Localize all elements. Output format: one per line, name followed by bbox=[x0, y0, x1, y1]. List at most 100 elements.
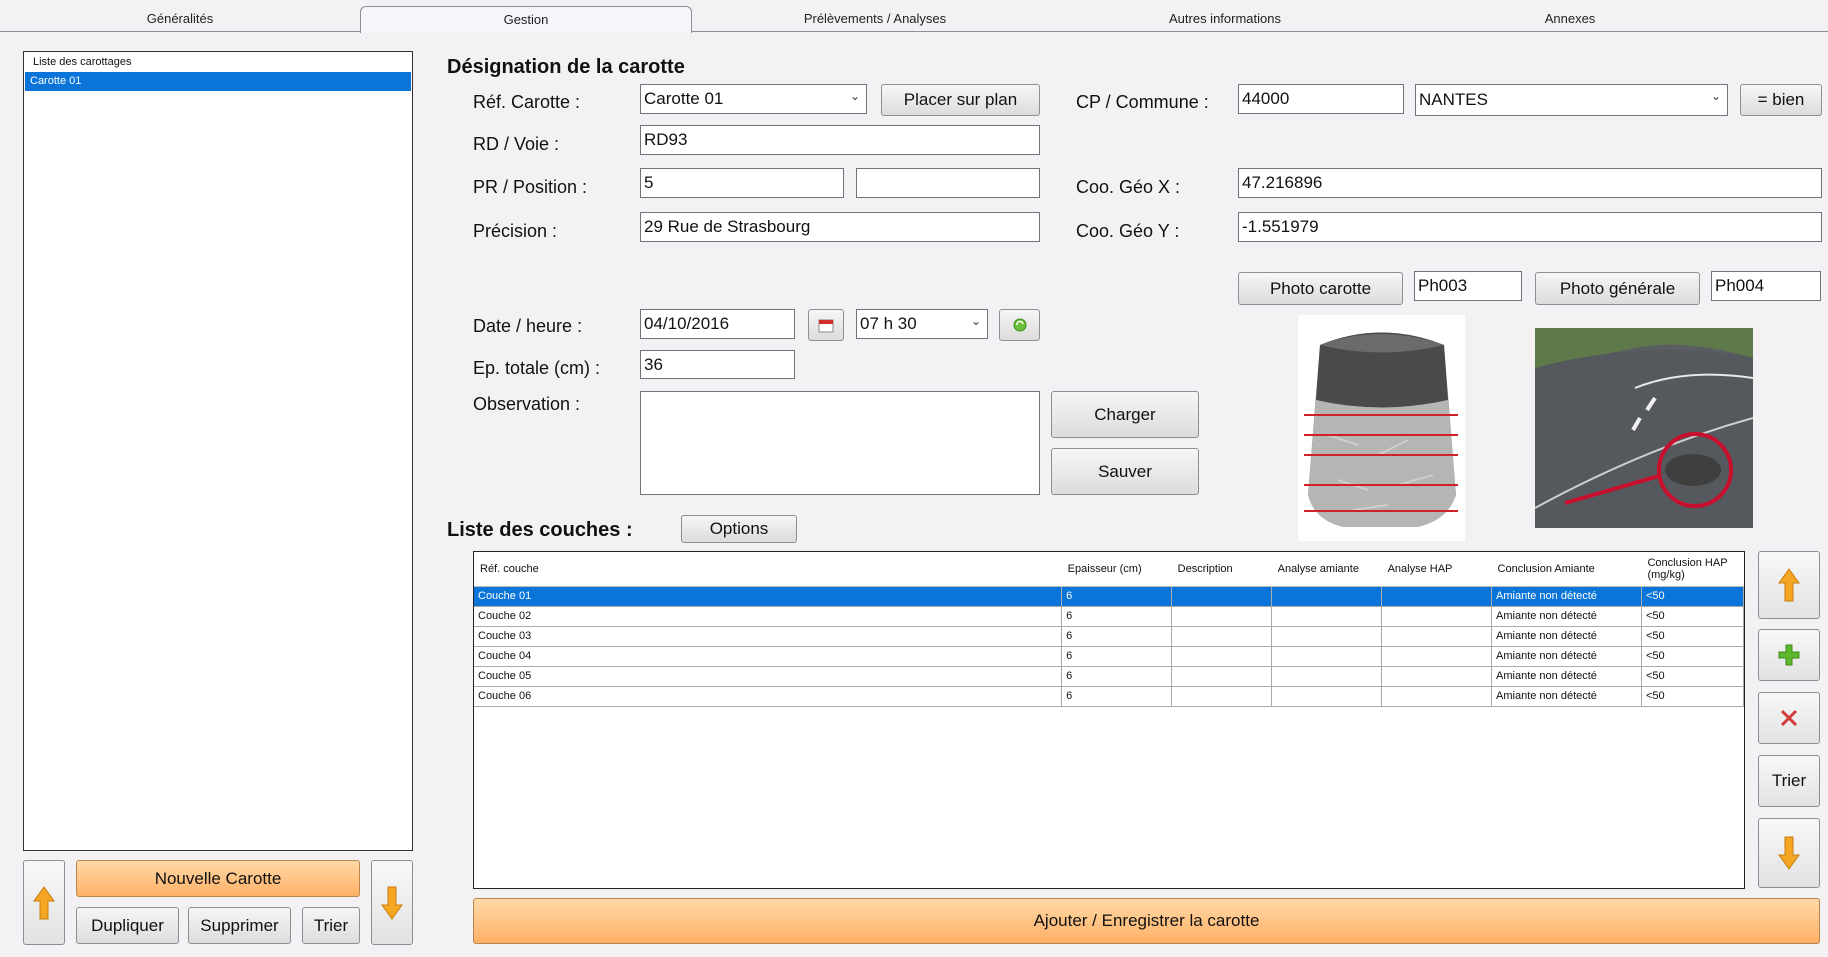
commune-select[interactable]: NANTES ⌄ bbox=[1415, 84, 1728, 116]
table-row[interactable]: Couche 03 6 Amiante non détecté <50 bbox=[474, 626, 1745, 647]
table-cell[interactable]: <50 bbox=[1641, 666, 1745, 687]
precision-input[interactable]: 29 Rue de Strasbourg bbox=[640, 212, 1040, 242]
col-description[interactable]: Description bbox=[1171, 552, 1272, 587]
table-cell[interactable]: 6 bbox=[1061, 626, 1173, 647]
table-cell[interactable]: Couche 01 bbox=[474, 586, 1063, 607]
move-down-button[interactable] bbox=[371, 860, 413, 945]
photo-generale-button[interactable]: Photo générale bbox=[1535, 272, 1700, 305]
table-cell[interactable]: 6 bbox=[1061, 666, 1173, 687]
tab-prelevements[interactable]: Prélèvements / Analyses bbox=[730, 6, 1020, 32]
list-item[interactable]: Carotte 01 bbox=[25, 72, 411, 91]
carottages-list[interactable]: Liste des carottages Carotte 01 bbox=[23, 51, 413, 851]
table-cell[interactable]: Couche 04 bbox=[474, 646, 1063, 667]
table-cell[interactable]: Amiante non détecté bbox=[1491, 586, 1642, 607]
table-cell[interactable]: <50 bbox=[1641, 626, 1745, 647]
rd-voie-input[interactable]: RD93 bbox=[640, 125, 1040, 155]
col-analyse-amiante[interactable]: Analyse amiante bbox=[1271, 552, 1382, 587]
table-cell[interactable] bbox=[1381, 586, 1493, 607]
table-cell[interactable]: Couche 06 bbox=[474, 686, 1063, 707]
table-cell[interactable] bbox=[1381, 626, 1493, 647]
geo-y-input[interactable]: -1.551979 bbox=[1238, 212, 1822, 242]
position-input[interactable] bbox=[856, 168, 1040, 198]
table-cell[interactable]: Couche 02 bbox=[474, 606, 1063, 627]
col-epaisseur[interactable]: Epaisseur (cm) bbox=[1061, 552, 1172, 587]
ep-totale-input[interactable]: 36 bbox=[640, 350, 795, 379]
pr-input[interactable]: 5 bbox=[640, 168, 844, 198]
delete-layer-button[interactable] bbox=[1758, 692, 1820, 744]
calendar-button[interactable] bbox=[808, 309, 844, 341]
col-analyse-hap[interactable]: Analyse HAP bbox=[1381, 552, 1492, 587]
layer-down-button[interactable] bbox=[1758, 818, 1820, 888]
table-cell[interactable] bbox=[1381, 646, 1493, 667]
move-up-button[interactable] bbox=[23, 860, 65, 945]
new-carotte-button[interactable]: Nouvelle Carotte bbox=[76, 860, 360, 897]
table-cell[interactable]: <50 bbox=[1641, 646, 1745, 667]
table-cell[interactable] bbox=[1171, 586, 1273, 607]
table-row[interactable]: Couche 04 6 Amiante non détecté <50 bbox=[474, 646, 1745, 667]
ref-carotte-select[interactable]: Carotte 01 ⌄ bbox=[640, 84, 867, 114]
table-row[interactable]: Couche 02 6 Amiante non détecté <50 bbox=[474, 606, 1745, 627]
sort-button[interactable]: Trier bbox=[302, 907, 360, 944]
col-conclusion-hap[interactable]: Conclusion HAP (mg/kg) bbox=[1641, 552, 1744, 587]
table-cell[interactable]: <50 bbox=[1641, 586, 1745, 607]
observation-textarea[interactable] bbox=[640, 391, 1040, 495]
table-cell[interactable]: Couche 03 bbox=[474, 626, 1063, 647]
table-cell[interactable] bbox=[1271, 606, 1383, 627]
save-observation-button[interactable]: Sauver bbox=[1051, 448, 1199, 495]
table-cell[interactable]: 6 bbox=[1061, 686, 1173, 707]
table-cell[interactable]: Amiante non détecté bbox=[1491, 626, 1642, 647]
delete-button[interactable]: Supprimer bbox=[188, 907, 291, 944]
add-save-carotte-button[interactable]: Ajouter / Enregistrer la carotte bbox=[473, 898, 1820, 944]
table-cell[interactable]: Couche 05 bbox=[474, 666, 1063, 687]
photo-carotte-ref[interactable]: Ph003 bbox=[1414, 271, 1522, 301]
list-header: Liste des carottages bbox=[33, 56, 132, 68]
load-button[interactable]: Charger bbox=[1051, 391, 1199, 438]
sort-layers-button[interactable]: Trier bbox=[1758, 755, 1820, 807]
table-cell[interactable] bbox=[1271, 586, 1383, 607]
table-cell[interactable] bbox=[1381, 666, 1493, 687]
table-row[interactable]: Couche 05 6 Amiante non détecté <50 bbox=[474, 666, 1745, 687]
table-cell[interactable] bbox=[1381, 686, 1493, 707]
table-cell[interactable]: <50 bbox=[1641, 606, 1745, 627]
date-input[interactable]: 04/10/2016 bbox=[640, 309, 795, 339]
tab-annexes[interactable]: Annexes bbox=[1450, 6, 1690, 32]
table-cell[interactable] bbox=[1171, 686, 1273, 707]
col-ref-couche[interactable]: Réf. couche bbox=[474, 552, 1062, 587]
table-cell[interactable] bbox=[1271, 686, 1383, 707]
refresh-time-button[interactable] bbox=[999, 309, 1040, 341]
table-row[interactable]: Couche 06 6 Amiante non détecté <50 bbox=[474, 686, 1745, 707]
table-cell[interactable] bbox=[1271, 626, 1383, 647]
bien-button[interactable]: = bien bbox=[1740, 84, 1822, 116]
table-cell[interactable]: 6 bbox=[1061, 646, 1173, 667]
table-cell[interactable]: <50 bbox=[1641, 686, 1745, 707]
layers-table[interactable]: Réf. couche Epaisseur (cm) Description A… bbox=[473, 551, 1745, 889]
add-layer-button[interactable] bbox=[1758, 629, 1820, 681]
table-cell[interactable] bbox=[1381, 606, 1493, 627]
table-cell[interactable] bbox=[1171, 646, 1273, 667]
tab-generalites[interactable]: Généralités bbox=[70, 6, 290, 32]
table-cell[interactable] bbox=[1171, 626, 1273, 647]
layer-up-button[interactable] bbox=[1758, 551, 1820, 619]
photo-generale-ref[interactable]: Ph004 bbox=[1711, 271, 1821, 301]
time-select[interactable]: 07 h 30 ⌄ bbox=[856, 309, 988, 339]
options-button[interactable]: Options bbox=[681, 515, 797, 543]
duplicate-button[interactable]: Dupliquer bbox=[76, 907, 179, 944]
table-cell[interactable]: 6 bbox=[1061, 606, 1173, 627]
tab-gestion[interactable]: Gestion bbox=[360, 6, 692, 33]
table-cell[interactable]: Amiante non détecté bbox=[1491, 686, 1642, 707]
table-cell[interactable] bbox=[1171, 666, 1273, 687]
table-cell[interactable]: Amiante non détecté bbox=[1491, 646, 1642, 667]
col-conclusion-amiante[interactable]: Conclusion Amiante bbox=[1491, 552, 1642, 587]
tab-autres-informations[interactable]: Autres informations bbox=[1080, 6, 1370, 32]
table-cell[interactable] bbox=[1271, 646, 1383, 667]
table-cell[interactable]: Amiante non détecté bbox=[1491, 606, 1642, 627]
table-cell[interactable]: 6 bbox=[1061, 586, 1173, 607]
table-cell[interactable]: Amiante non détecté bbox=[1491, 666, 1642, 687]
table-cell[interactable] bbox=[1271, 666, 1383, 687]
place-on-plan-button[interactable]: Placer sur plan bbox=[881, 84, 1040, 116]
geo-x-input[interactable]: 47.216896 bbox=[1238, 168, 1822, 198]
photo-carotte-button[interactable]: Photo carotte bbox=[1238, 272, 1403, 305]
cp-input[interactable]: 44000 bbox=[1238, 84, 1404, 114]
table-row[interactable]: Couche 01 6 Amiante non détecté <50 bbox=[474, 586, 1745, 607]
table-cell[interactable] bbox=[1171, 606, 1273, 627]
